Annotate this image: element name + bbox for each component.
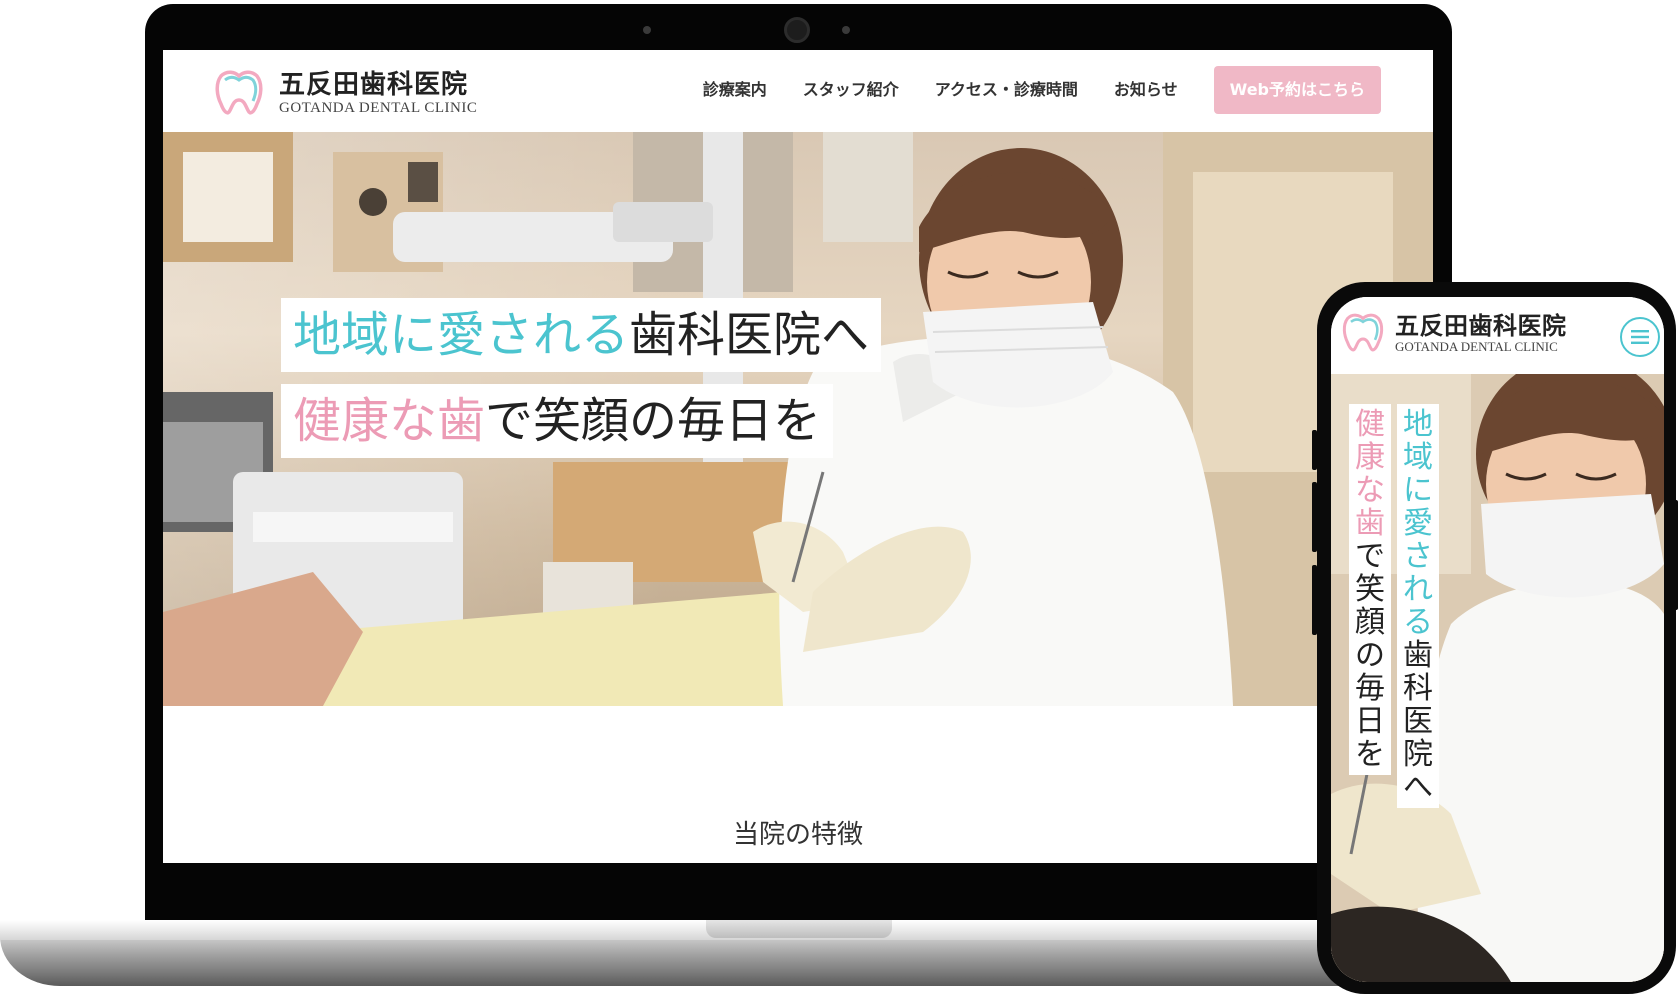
nav-item-staff[interactable]: スタッフ紹介 <box>803 67 899 113</box>
logo-subtitle: GOTANDA DENTAL CLINIC <box>279 100 478 116</box>
site-logo[interactable]: 五反田歯科医院 GOTANDA DENTAL CLINIC <box>211 68 477 118</box>
hamburger-menu-icon <box>1631 330 1649 344</box>
mobile-header: 五反田歯科医院 GOTANDA DENTAL CLINIC <box>1331 297 1664 374</box>
mobile-hero-section: 地域に愛される歯科医院へ 健康な歯で笑顔の毎日を <box>1331 374 1664 982</box>
phone-side-button <box>1312 430 1317 470</box>
tooth-icon <box>215 70 263 115</box>
hamburger-menu-button[interactable] <box>1620 317 1660 357</box>
site-header: 五反田歯科医院 GOTANDA DENTAL CLINIC 診療案内 スタッフ紹… <box>163 50 1433 132</box>
phone-power-button <box>1674 500 1678 610</box>
laptop-opening-notch <box>706 920 892 938</box>
sensor-dot <box>842 26 850 34</box>
hero-catch-line-2: 健康な歯で笑顔の毎日を <box>281 384 834 458</box>
nav-item-access-hours[interactable]: アクセス・診療時間 <box>935 67 1078 113</box>
phone-side-button <box>1312 565 1317 635</box>
mobile-hero-catch-line-1: 地域に愛される歯科医院へ <box>1397 404 1439 808</box>
hero-line2-accent: 健康な歯 <box>293 393 486 449</box>
webcam-icon <box>784 17 810 43</box>
nav-item-news[interactable]: お知らせ <box>1114 67 1178 113</box>
hero-catch-line-1: 地域に愛される歯科医院へ <box>281 298 882 372</box>
web-reservation-button[interactable]: Web予約はこちら <box>1213 66 1381 114</box>
mobile-site-logo[interactable]: 五反田歯科医院 GOTANDA DENTAL CLINIC <box>1339 311 1567 355</box>
laptop-screen: 五反田歯科医院 GOTANDA DENTAL CLINIC 診療案内 スタッフ紹… <box>163 50 1433 863</box>
mobile-hero-catch-line-2: 健康な歯で笑顔の毎日を <box>1349 404 1391 775</box>
phone-screen: 五反田歯科医院 GOTANDA DENTAL CLINIC 地 域 に 愛 さ … <box>1331 297 1664 982</box>
mobile-logo-title: 五反田歯科医院 <box>1395 311 1567 340</box>
sensor-dot <box>643 26 651 34</box>
hero-line1-accent: 地域に愛される <box>293 307 630 363</box>
tooth-icon <box>1342 313 1384 352</box>
nav-item-services[interactable]: 診療案内 <box>703 67 767 113</box>
hero-section: 地域に愛される歯科医院へ 健康な歯で笑顔の毎日を <box>163 132 1433 706</box>
hero-line2-rest: で笑顔の毎日を <box>485 393 822 449</box>
hero-line1-rest: 歯科医院へ <box>629 307 870 363</box>
logo-title: 五反田歯科医院 <box>279 70 469 100</box>
features-section-title: 当院の特徴 <box>732 820 863 850</box>
main-nav: 診療案内 スタッフ紹介 アクセス・診療時間 お知らせ Web予約はこちら <box>667 66 1381 114</box>
mobile-logo-subtitle: GOTANDA DENTAL CLINIC <box>1395 339 1558 354</box>
phone-side-button <box>1312 482 1317 552</box>
